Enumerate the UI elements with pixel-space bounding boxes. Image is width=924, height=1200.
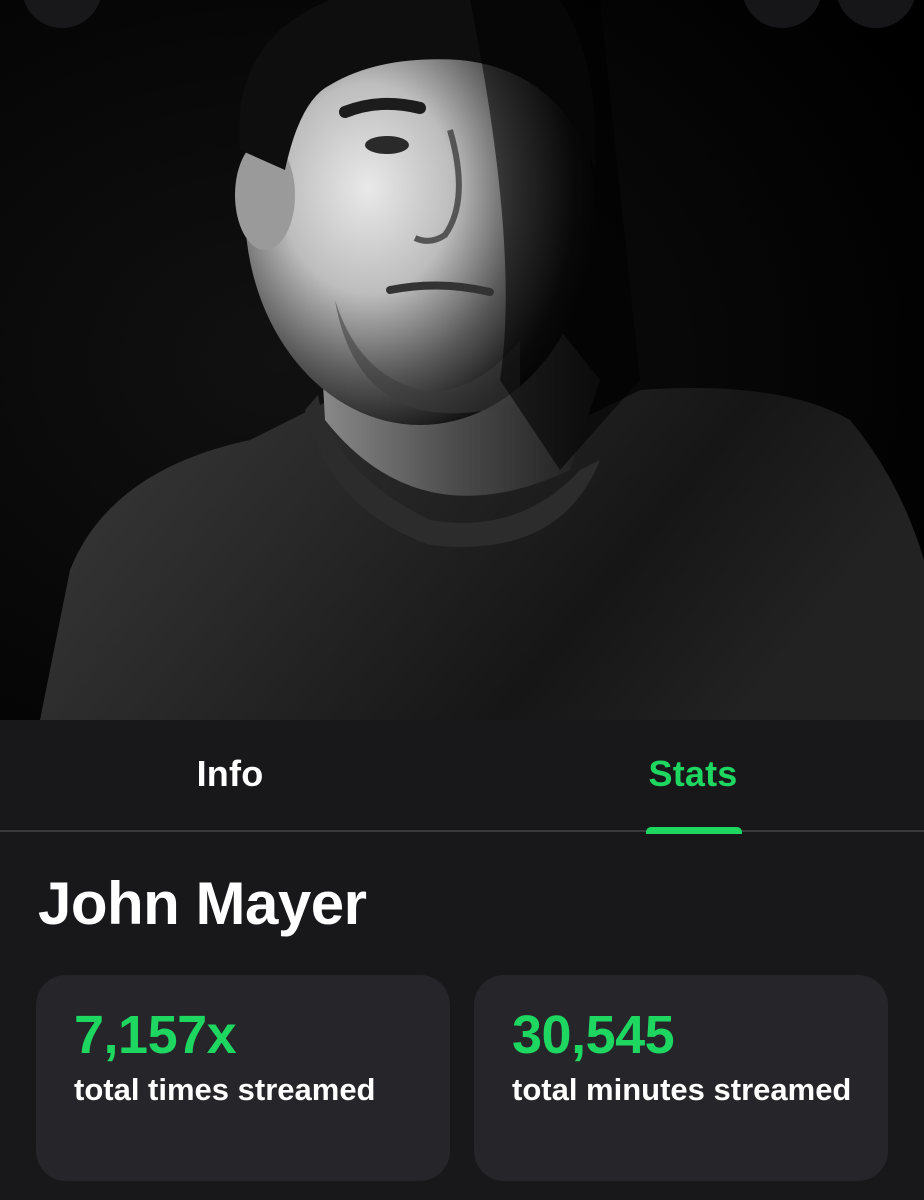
stat-card-times-streamed: 7,157x total times streamed (36, 975, 450, 1181)
artist-portrait (0, 0, 924, 720)
chevron-left-icon (48, 0, 76, 2)
tab-stats-label: Stats (648, 753, 738, 794)
stat-caption: total minutes streamed (512, 1072, 852, 1107)
stat-value: 7,157x (74, 1005, 237, 1065)
tab-stats[interactable]: Stats (462, 720, 924, 830)
artist-name: John Mayer (38, 870, 367, 937)
artist-photo (0, 0, 924, 720)
more-icon (862, 0, 890, 2)
share-icon (768, 0, 796, 2)
stat-value: 30,545 (512, 1005, 675, 1065)
tab-bar: Info Stats (0, 720, 924, 832)
tab-info-label: Info (196, 753, 264, 794)
stat-caption: total times streamed (74, 1072, 376, 1107)
active-tab-indicator (646, 827, 742, 834)
stat-card-minutes-streamed: 30,545 total minutes streamed (474, 975, 888, 1181)
tab-info[interactable]: Info (0, 720, 462, 830)
